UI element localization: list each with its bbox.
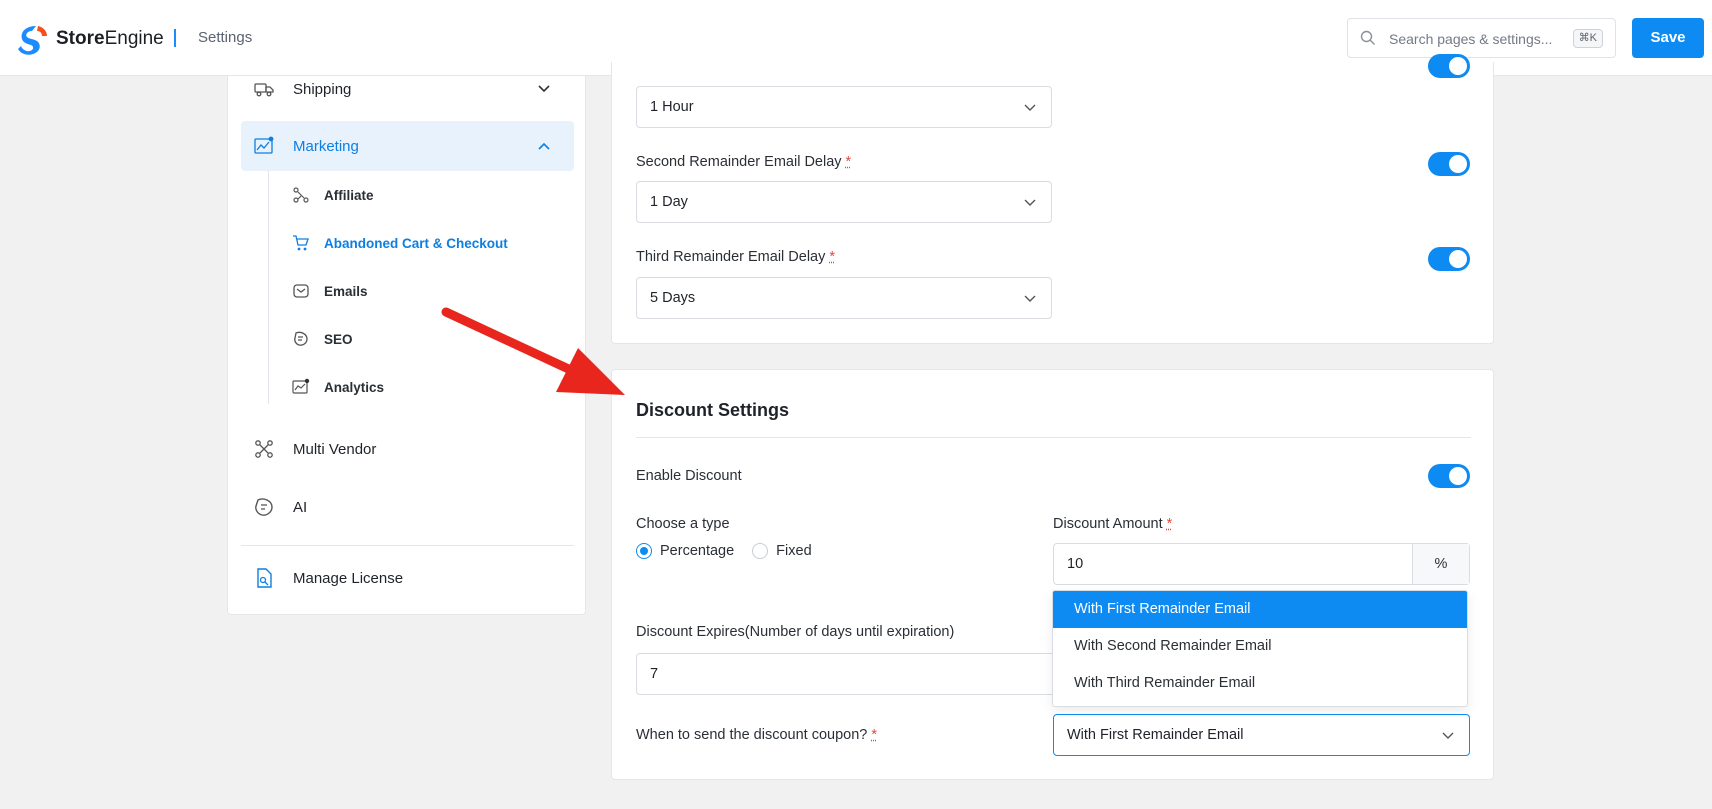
select-value: 5 Days: [650, 290, 696, 306]
discount-coupon-when-dropdown: With First Remainder Email With Second R…: [1052, 590, 1468, 707]
search-input[interactable]: Search pages & settings... ⌘K: [1347, 18, 1616, 58]
sidebar-subitem-abandoned-cart[interactable]: Abandoned Cart & Checkout: [292, 228, 508, 258]
chart-icon: [254, 136, 274, 154]
first-reminder-delay-select[interactable]: 1 Hour: [636, 86, 1052, 128]
radio-label: Percentage: [660, 543, 735, 559]
third-reminder-delay-select[interactable]: 5 Days: [636, 277, 1052, 319]
sidebar-item-label: Marketing: [293, 137, 359, 155]
input-value: 10: [1067, 556, 1084, 572]
reminder-settings-card: 1 Hour Second Remainder Email Delay * 1 D…: [611, 54, 1494, 344]
chevron-down-icon[interactable]: [536, 81, 552, 97]
storeengine-logo[interactable]: StoreEngine: [16, 22, 164, 56]
input-value: 7: [650, 666, 659, 682]
license-icon: [257, 568, 272, 588]
discount-coupon-when-select[interactable]: With First Remainder Email: [1053, 714, 1470, 756]
third-reminder-toggle[interactable]: [1428, 247, 1470, 271]
select-value: 1 Hour: [650, 99, 694, 115]
ai-icon: [255, 498, 273, 516]
sidebar-item-label: Manage License: [293, 569, 404, 587]
seo-icon: [294, 331, 308, 346]
storeengine-logo-icon: [18, 26, 47, 55]
chevron-up-icon[interactable]: [536, 138, 552, 154]
percent-unit-addon: %: [1412, 544, 1469, 584]
chevron-down-icon: [1024, 295, 1036, 302]
sidebar-item-ai[interactable]: AI: [241, 482, 574, 532]
submenu-guide-line: [268, 170, 269, 404]
discount-expires-label: Discount Expires(Number of days until ex…: [636, 624, 955, 640]
cart-icon: [293, 235, 309, 251]
card-divider: [636, 437, 1471, 438]
enable-discount-label: Enable Discount: [636, 468, 742, 484]
radio-label: Fixed: [776, 543, 812, 559]
search-placeholder: Search pages & settings...: [1389, 31, 1553, 47]
save-button[interactable]: Save: [1632, 18, 1704, 58]
brand-name: StoreEngine: [56, 28, 164, 49]
sidebar-item-label: AI: [293, 498, 308, 516]
sidebar-subitem-emails[interactable]: Emails: [292, 276, 368, 306]
truck-icon: [254, 83, 274, 97]
sidebar-subitem-seo[interactable]: SEO: [292, 324, 353, 354]
select-value: With First Remainder Email: [1067, 727, 1244, 743]
dropdown-option-second-reminder[interactable]: With Second Remainder Email: [1053, 628, 1467, 665]
chevron-down-icon: [1442, 732, 1454, 739]
header-separator: [174, 29, 176, 47]
affiliate-icon: [293, 187, 309, 203]
search-icon: [1360, 30, 1375, 45]
mail-icon: [293, 284, 309, 298]
discount-settings-title: Discount Settings: [636, 400, 790, 420]
first-reminder-toggle[interactable]: [1428, 54, 1470, 78]
radio-percentage[interactable]: [636, 543, 652, 559]
search-shortcut-badge: ⌘K: [1572, 29, 1603, 48]
discount-settings-card: Discount Settings Enable Discount Choose…: [611, 369, 1494, 780]
sidebar-subitem-label: SEO: [324, 331, 353, 347]
sidebar-item-marketing[interactable]: Marketing: [241, 121, 574, 171]
sidebar-subitem-analytics[interactable]: Analytics: [292, 372, 384, 402]
dropdown-option-third-reminder[interactable]: With Third Remainder Email: [1053, 665, 1467, 702]
second-reminder-label: Second Remainder Email Delay *: [636, 154, 852, 170]
sidebar-item-label: Multi Vendor: [293, 440, 377, 458]
sidebar-item-label: Shipping: [293, 80, 352, 98]
sidebar-subitem-label: Abandoned Cart & Checkout: [324, 235, 508, 251]
second-reminder-toggle[interactable]: [1428, 152, 1470, 176]
analytics-icon: [292, 378, 310, 394]
sidebar-divider: [241, 545, 574, 546]
radio-fixed[interactable]: [752, 543, 769, 559]
annotation-arrow-icon: [441, 307, 625, 395]
chevron-down-icon: [1024, 104, 1036, 111]
sidebar-item-multi-vendor[interactable]: Multi Vendor: [241, 424, 574, 474]
sidebar-subitem-label: Emails: [324, 283, 368, 299]
third-reminder-label: Third Remainder Email Delay *: [636, 249, 836, 265]
chevron-down-icon: [1024, 199, 1036, 206]
page-title: Settings: [198, 29, 253, 46]
discount-amount-input[interactable]: 10 %: [1053, 543, 1470, 585]
enable-discount-toggle[interactable]: [1428, 464, 1470, 488]
sidebar-subitem-label: Affiliate: [324, 187, 374, 203]
discount-type-label: Choose a type: [636, 516, 730, 532]
sidebar-item-shipping[interactable]: Shipping: [241, 64, 574, 114]
sidebar-subitem-label: Analytics: [324, 379, 385, 395]
select-value: 1 Day: [650, 194, 688, 210]
discount-amount-label: Discount Amount *: [1053, 516, 1173, 532]
network-icon: [255, 440, 273, 458]
second-reminder-delay-select[interactable]: 1 Day: [636, 181, 1052, 223]
dropdown-option-first-reminder[interactable]: With First Remainder Email: [1053, 591, 1467, 628]
discount-type-radio-group: Percentage Fixed: [636, 543, 830, 559]
sidebar-item-manage-license[interactable]: Manage License: [241, 553, 574, 603]
discount-coupon-when-label: When to send the discount coupon? *: [636, 727, 878, 743]
sidebar-subitem-affiliate[interactable]: Affiliate: [292, 180, 374, 210]
